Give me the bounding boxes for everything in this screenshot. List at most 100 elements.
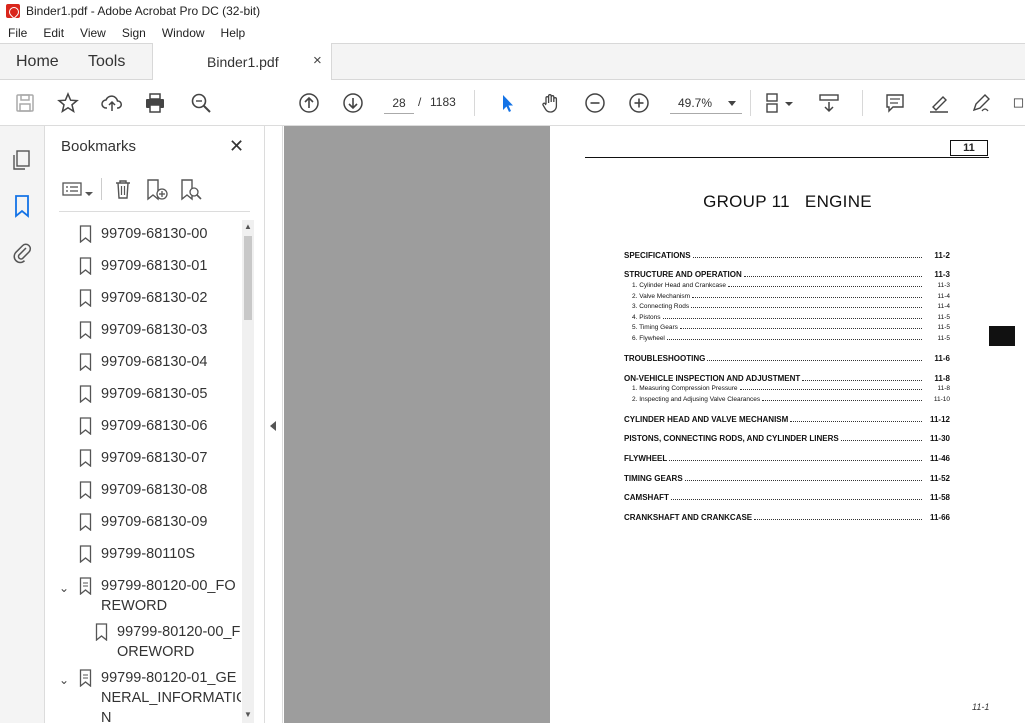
- toc-entry[interactable]: 4. Pistons 11-5: [624, 313, 950, 323]
- chevron-down-icon[interactable]: [85, 185, 93, 196]
- toc-leader-dots: [727, 281, 922, 287]
- menu-help[interactable]: Help: [213, 26, 254, 40]
- bookmark-list: 99709-68130-00 99709-68130-01 99709-6813…: [45, 218, 241, 723]
- toc-entry-page: 11-10: [933, 395, 950, 403]
- total-pages: 1183: [430, 95, 456, 109]
- toc-leader-dots: [802, 375, 922, 381]
- comment-icon[interactable]: [884, 92, 906, 114]
- toc-entry[interactable]: 2. Inspecting and Adjusing Valve Clearan…: [624, 395, 950, 405]
- document-canvas[interactable]: 11 GROUP 11 ENGINE SPECIFICATIONS 11-2 STR…: [284, 126, 1025, 723]
- new-bookmark-icon[interactable]: [145, 178, 169, 202]
- scrollbar-thumb[interactable]: [244, 236, 252, 320]
- page-layout-icon[interactable]: [764, 92, 786, 114]
- select-cursor-icon[interactable]: [496, 92, 518, 114]
- zoom-out-icon[interactable]: [584, 92, 606, 114]
- toc-entry[interactable]: FLYWHEEL 11-46: [624, 454, 950, 464]
- page-number-input[interactable]: 28: [384, 92, 414, 114]
- toc-entry[interactable]: ON-VEHICLE INSPECTION AND ADJUSTMENT 11-8: [624, 374, 950, 384]
- sign-pen-icon[interactable]: [970, 92, 992, 114]
- acrobat-logo-icon: [6, 4, 20, 18]
- tab-document[interactable]: Binder1.pdf ×: [152, 43, 332, 80]
- toc-entry[interactable]: 2. Valve Mechanism 11-4: [624, 292, 950, 302]
- bookmark-label: 99709-68130-04: [101, 354, 208, 370]
- save-icon[interactable]: [14, 92, 36, 114]
- toc-entry-title: ON-VEHICLE INSPECTION AND ADJUSTMENT: [624, 373, 801, 383]
- tab-bar: Home Tools Binder1.pdf ×: [0, 43, 1025, 80]
- toc-entry[interactable]: 6. Flywheel 11-5: [624, 334, 950, 344]
- toc-entry-title: CRANKSHAFT AND CRANKCASE: [624, 512, 753, 522]
- bookmark-icon: [95, 623, 108, 641]
- toc-entry[interactable]: 1. Measuring Compression Pressure 11-8: [624, 384, 950, 394]
- toc-entry[interactable]: CRANKSHAFT AND CRANKCASE 11-66: [624, 513, 950, 523]
- toc-entry[interactable]: SPECIFICATIONS 11-2: [624, 251, 950, 261]
- toc-entry[interactable]: TROUBLESHOOTING 11-6: [624, 354, 950, 364]
- scroll-down-icon[interactable]: ▼: [244, 710, 252, 719]
- menu-file[interactable]: File: [0, 26, 35, 40]
- close-tab-icon[interactable]: ×: [313, 52, 322, 69]
- toc-leader-dots: [840, 435, 922, 441]
- toc-leader-dots: [754, 514, 922, 520]
- more-tools-icon[interactable]: [1012, 92, 1025, 114]
- bookmark-label: 99799-80120-00_FOREWORD: [117, 624, 241, 660]
- toolbar-divider: [101, 178, 102, 200]
- scroll-mode-icon[interactable]: [818, 92, 840, 114]
- toc-entry-page: 11-6: [934, 353, 950, 363]
- panel-divider: [59, 211, 250, 212]
- toc-entry[interactable]: 3. Connecting Rods 11-4: [624, 302, 950, 312]
- zoom-level-select[interactable]: 49.7%: [670, 92, 742, 114]
- menu-window[interactable]: Window: [154, 26, 213, 40]
- toc-entry[interactable]: 1. Cylinder Head and Crankcase 11-3: [624, 281, 950, 291]
- scroll-up-icon[interactable]: ▲: [244, 222, 252, 231]
- toc-entry[interactable]: CYLINDER HEAD AND VALVE MECHANISM 11-12: [624, 415, 950, 425]
- find-bookmark-icon[interactable]: [179, 178, 203, 202]
- tab-home[interactable]: Home: [16, 53, 59, 71]
- options-list-icon[interactable]: [61, 178, 83, 200]
- zoom-search-icon[interactable]: [190, 92, 212, 114]
- window-title: Binder1.pdf - Adobe Acrobat Pro DC (32-b…: [26, 4, 261, 18]
- star-icon[interactable]: [57, 92, 79, 114]
- toc-entry-title: 6. Flywheel: [632, 334, 665, 342]
- previous-page-icon[interactable]: [298, 92, 320, 114]
- bookmark-panel-icon[interactable]: [11, 194, 33, 218]
- bookmarks-panel-title: Bookmarks: [61, 138, 137, 155]
- menu-view[interactable]: View: [72, 26, 114, 40]
- toc-entry[interactable]: 5. Timing Gears 11-5: [624, 323, 950, 333]
- page-thumbnails-icon[interactable]: [11, 148, 33, 172]
- bookmark-icon: [79, 289, 92, 307]
- toc-entry-page: 11-4: [937, 303, 950, 310]
- chevron-down-icon[interactable]: ⌄: [59, 578, 69, 598]
- toc-entry-title: CYLINDER HEAD AND VALVE MECHANISM: [624, 414, 789, 424]
- bookmark-label: 99799-80110S: [101, 546, 196, 562]
- zoom-in-icon[interactable]: [628, 92, 650, 114]
- attachment-paperclip-icon[interactable]: [11, 240, 33, 264]
- tab-tools[interactable]: Tools: [88, 53, 125, 71]
- panel-collapse-handle[interactable]: [265, 126, 283, 723]
- bookmark-scrollbar[interactable]: ▲ ▼: [242, 220, 254, 723]
- toc-entry-page: 11-2: [934, 251, 950, 260]
- toc-entry[interactable]: TIMING GEARS 11-52: [624, 474, 950, 484]
- print-icon[interactable]: [144, 92, 166, 114]
- bookmark-icon: [79, 385, 92, 403]
- close-panel-icon[interactable]: ✕: [229, 136, 244, 157]
- toc-entry-page: 11-52: [929, 473, 950, 483]
- menu-edit[interactable]: Edit: [35, 26, 72, 40]
- upload-cloud-icon[interactable]: [101, 92, 123, 114]
- toc-entry-page: 11-5: [937, 324, 950, 331]
- toc-leader-dots: [669, 455, 922, 461]
- bookmark-label: 99709-68130-08: [101, 482, 208, 498]
- chevron-down-icon[interactable]: ⌄: [59, 670, 69, 690]
- toc-entry[interactable]: CAMSHAFT 11-58: [624, 493, 950, 503]
- menu-sign[interactable]: Sign: [114, 26, 154, 40]
- pdf-page[interactable]: 11 GROUP 11 ENGINE SPECIFICATIONS 11-2 STR…: [550, 126, 1025, 723]
- edge-tab-marker: [989, 326, 1015, 346]
- toc-entry[interactable]: PISTONS, CONNECTING RODS, AND CYLINDER L…: [624, 434, 950, 444]
- page-footer-number: 11-1: [972, 702, 990, 712]
- next-page-icon[interactable]: [342, 92, 364, 114]
- delete-trash-icon[interactable]: [112, 178, 134, 200]
- bookmark-icon: [79, 545, 92, 563]
- chevron-down-icon[interactable]: [784, 92, 794, 114]
- toc-entry[interactable]: STRUCTURE AND OPERATION 11-3: [624, 270, 950, 280]
- toc-leader-dots: [743, 271, 922, 277]
- hand-tool-icon[interactable]: [540, 92, 562, 114]
- highlight-pen-icon[interactable]: [928, 92, 950, 114]
